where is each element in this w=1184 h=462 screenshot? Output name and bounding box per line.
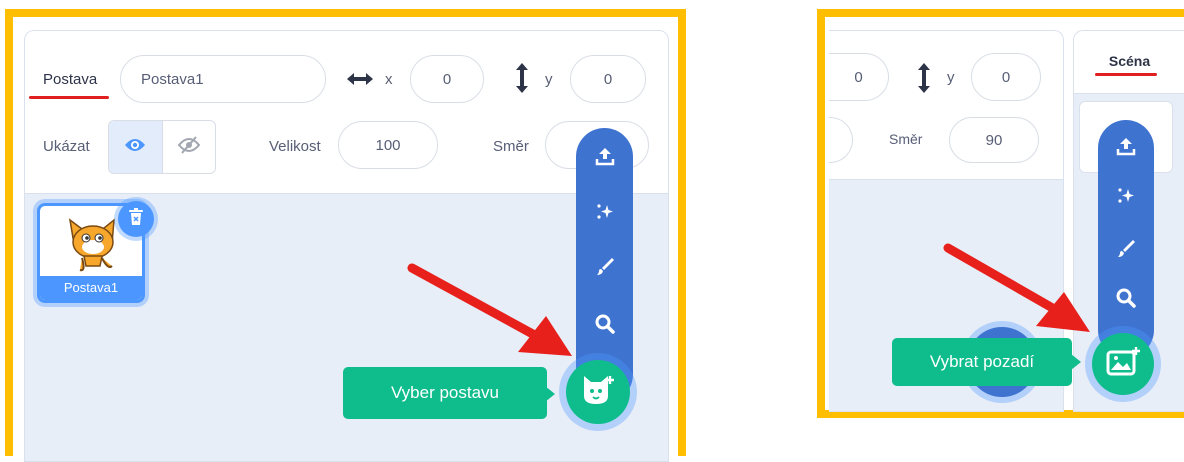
show-button[interactable] [109, 121, 163, 173]
cat-sprite-icon [66, 214, 120, 277]
vertical-arrows-icon [514, 61, 530, 100]
backdrop-menu [1098, 120, 1154, 358]
direction-value-right: 90 [985, 131, 1003, 149]
eye-icon [124, 137, 146, 158]
choose-backdrop-tooltip-text: Vybrat pozadí [929, 352, 1035, 371]
surprise-icon [1116, 186, 1136, 211]
x-value-partial: 0 [854, 68, 863, 86]
trash-icon [128, 207, 144, 231]
direction-label: Směr [493, 138, 529, 155]
search-sprite-button[interactable] [576, 306, 633, 346]
red-arrow-left [407, 263, 572, 356]
sprite-name-value: Postava1 [141, 70, 204, 88]
tooltip-pointer-right [1071, 354, 1081, 370]
y-value-right: 0 [1001, 68, 1011, 86]
sprite-name-input[interactable]: Postava1 [120, 55, 326, 103]
visibility-toggle[interactable] [108, 120, 216, 174]
sprite-label: Postava [43, 71, 98, 88]
choose-backdrop-tooltip: Vybrat pozadí [892, 338, 1072, 386]
paint-backdrop-button[interactable] [1098, 230, 1154, 270]
search-backdrop-button[interactable] [1098, 280, 1154, 320]
surprise-sprite-button[interactable] [576, 194, 633, 234]
choose-sprite-tooltip: Vyber postavu [343, 367, 547, 419]
choose-sprite-icon [580, 374, 616, 411]
tooltip-pointer [545, 386, 555, 402]
upload-icon [1116, 136, 1136, 161]
choose-backdrop-icon [1105, 346, 1141, 383]
paint-sprite-button[interactable] [576, 248, 633, 288]
size-input[interactable]: 100 [338, 121, 438, 169]
x-label: x [385, 71, 393, 88]
x-input[interactable]: 0 [410, 55, 484, 103]
y-value: 0 [603, 70, 613, 88]
hide-button[interactable] [163, 121, 216, 173]
direction-label-right: Směr [889, 131, 923, 147]
search-icon [595, 314, 615, 339]
paint-icon [595, 256, 615, 281]
upload-sprite-button[interactable] [576, 138, 633, 178]
stage-label-underline [1095, 73, 1157, 76]
y-label: y [545, 71, 553, 88]
stage-sprite-info-header: 0 y 0 Směr 90 [829, 31, 1063, 180]
sprite-info-header: Postava Postava1 x 0 y 0 Ukázat Velikost… [25, 31, 668, 194]
sprite-label-underline [29, 96, 109, 99]
y-input[interactable]: 0 [570, 55, 646, 103]
red-arrow-right [943, 243, 1090, 332]
show-label: Ukázat [43, 138, 90, 155]
delete-sprite-button[interactable] [118, 201, 154, 237]
direction-input-right[interactable]: 90 [949, 117, 1039, 163]
surprise-icon [595, 202, 615, 227]
size-label: Velikost [269, 138, 321, 155]
x-value: 0 [442, 70, 452, 88]
stage-tab-label: Scéna [1108, 53, 1151, 69]
y-input-right[interactable]: 0 [971, 53, 1041, 101]
choose-sprite-button[interactable] [566, 360, 630, 424]
upload-icon [595, 146, 615, 171]
x-input-partial[interactable]: 0 [829, 53, 889, 101]
horizontal-arrows-icon [345, 69, 375, 94]
vertical-arrows-icon [916, 61, 932, 100]
y-label-right: y [947, 69, 955, 86]
choose-sprite-tooltip-text: Vyber postavu [390, 383, 500, 402]
eye-hidden-icon [177, 135, 201, 159]
choose-backdrop-button[interactable] [1092, 333, 1154, 395]
stage-header: Scéna [1074, 31, 1184, 94]
surprise-backdrop-button[interactable] [1098, 178, 1154, 218]
search-icon [1116, 288, 1136, 313]
upload-backdrop-button[interactable] [1098, 128, 1154, 168]
size-input-partial[interactable] [829, 117, 853, 163]
size-value: 100 [375, 136, 401, 154]
sprite-tile-name: Postava1 [40, 276, 142, 300]
paint-icon [1116, 238, 1136, 263]
